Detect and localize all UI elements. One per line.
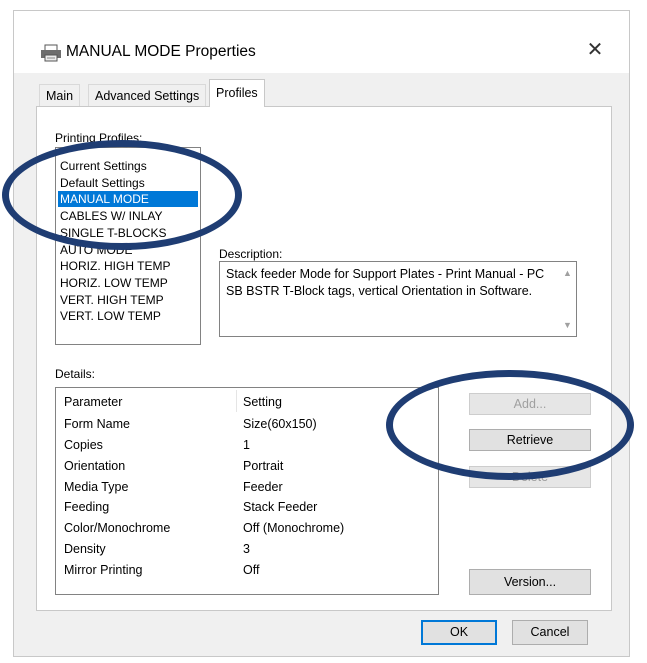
table-cell-parameter: Form Name bbox=[64, 417, 130, 431]
table-cell-parameter: Media Type bbox=[64, 480, 129, 494]
table-cell-setting: Feeder bbox=[243, 480, 283, 494]
properties-dialog: MANUAL MODE Properties ✕ Main Advanced S… bbox=[13, 10, 630, 657]
tab-profiles[interactable]: Profiles bbox=[209, 79, 265, 107]
table-cell-setting: 1 bbox=[243, 438, 250, 452]
scroll-down-icon[interactable]: ▼ bbox=[559, 317, 576, 333]
table-cell-setting: Portrait bbox=[243, 459, 284, 473]
details-label: Details: bbox=[55, 367, 96, 381]
table-cell-setting: Size(60x150) bbox=[243, 417, 317, 431]
table-cell-setting: 3 bbox=[243, 542, 250, 556]
tab-main[interactable]: Main bbox=[39, 84, 81, 106]
table-cell-setting: Off bbox=[243, 563, 260, 577]
retrieve-button[interactable]: Retrieve bbox=[469, 429, 591, 451]
ok-button[interactable]: OK bbox=[421, 620, 497, 645]
list-item[interactable]: HORIZ. LOW TEMP bbox=[58, 275, 198, 291]
title-bar: MANUAL MODE Properties ✕ bbox=[14, 11, 629, 73]
table-cell-parameter: Feeding bbox=[64, 500, 110, 514]
tab-advanced-settings[interactable]: Advanced Settings bbox=[88, 84, 207, 106]
description-scrollbar[interactable]: ▲ ▼ bbox=[559, 262, 576, 336]
profile-list[interactable]: Current Settings Default Settings MANUAL… bbox=[55, 147, 201, 345]
close-icon[interactable]: ✕ bbox=[584, 39, 606, 61]
profiles-group-label: Printing Profiles: bbox=[55, 131, 143, 145]
table-cell-setting: Off (Monochrome) bbox=[243, 521, 345, 535]
list-item[interactable]: AUTO MODE bbox=[58, 242, 198, 258]
printer-icon bbox=[41, 44, 61, 62]
table-cell-setting: Stack Feeder bbox=[243, 500, 318, 514]
list-item[interactable]: VERT. HIGH TEMP bbox=[58, 292, 198, 308]
delete-button[interactable]: Delete bbox=[469, 466, 591, 488]
list-item[interactable]: Default Settings bbox=[58, 175, 198, 191]
list-item[interactable]: SINGLE T-BLOCKS bbox=[58, 225, 198, 241]
list-item[interactable]: VERT. LOW TEMP bbox=[58, 308, 198, 324]
column-divider[interactable] bbox=[236, 390, 237, 412]
table-cell-parameter: Mirror Printing bbox=[64, 563, 143, 577]
list-item[interactable]: HORIZ. HIGH TEMP bbox=[58, 258, 198, 274]
table-cell-parameter: Color/Monochrome bbox=[64, 521, 171, 535]
version-button[interactable]: Version... bbox=[469, 569, 591, 595]
table-cell-parameter: Orientation bbox=[64, 459, 126, 473]
cancel-button[interactable]: Cancel bbox=[512, 620, 588, 645]
table-cell-parameter: Copies bbox=[64, 438, 103, 452]
table-cell-parameter: Density bbox=[64, 542, 106, 556]
list-item[interactable]: CABLES W/ INLAY bbox=[58, 208, 198, 224]
details-table: Parameter Setting Form Name Size(60x150)… bbox=[55, 387, 439, 595]
list-item-selected[interactable]: MANUAL MODE bbox=[58, 191, 198, 207]
add-button[interactable]: Add... bbox=[469, 393, 591, 415]
profiles-panel: Printing Profiles: Current Settings Defa… bbox=[36, 106, 612, 611]
description-label: Description: bbox=[219, 247, 283, 261]
column-header-parameter: Parameter bbox=[64, 395, 123, 409]
description-text: Stack feeder Mode for Support Plates - P… bbox=[226, 267, 545, 298]
window-title: MANUAL MODE Properties bbox=[66, 43, 256, 60]
scroll-up-icon[interactable]: ▲ bbox=[559, 265, 576, 281]
description-box[interactable]: Stack feeder Mode for Support Plates - P… bbox=[219, 261, 577, 337]
list-item[interactable]: Current Settings bbox=[58, 158, 198, 174]
column-header-setting: Setting bbox=[243, 395, 282, 409]
